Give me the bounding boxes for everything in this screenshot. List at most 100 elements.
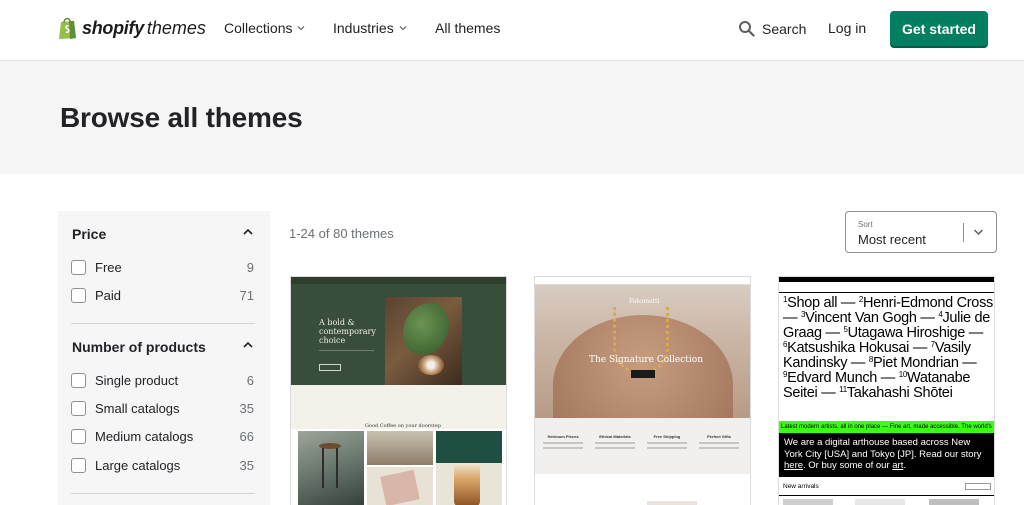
theme-preview-nav	[535, 277, 750, 285]
artwork-thumb	[929, 499, 979, 505]
feature-title: Heirloom Pieces	[547, 434, 579, 439]
feature-title: Perfect Gifts	[707, 434, 731, 439]
checkbox[interactable]	[71, 287, 86, 303]
filter-option-label: Paid	[95, 287, 122, 303]
filter-option-count: 66	[239, 428, 254, 444]
feature-column: Free Shipping	[647, 434, 687, 449]
artwork-thumb	[783, 499, 833, 505]
search-label: Search	[762, 20, 807, 37]
artist-name: Utagawa Hiroshige —	[847, 325, 984, 341]
filter-products-title[interactable]: Number of products	[72, 339, 206, 355]
search-button[interactable]: Search	[738, 20, 806, 37]
nav-collections[interactable]: Collections	[224, 20, 305, 36]
artist-number: 11	[839, 385, 847, 394]
gallery-card-image	[380, 469, 420, 505]
checkbox[interactable]	[71, 400, 86, 416]
nav-industries[interactable]: Industries	[333, 20, 407, 36]
theme-preview-button	[631, 370, 655, 378]
filter-option-label: Large catalogs	[95, 457, 181, 473]
filter-option-label: Medium catalogs	[95, 428, 194, 444]
chevron-up-icon[interactable]	[242, 341, 254, 349]
theme-preview-marquee: Latest modern artists, all in one place …	[779, 421, 994, 433]
filter-option-label: Small catalogs	[95, 400, 180, 416]
about-text: . Or buy some of our	[803, 460, 893, 471]
product-image	[647, 501, 697, 505]
theme-card-coffee[interactable]: A bold & contemporary choice Good Coffee…	[290, 276, 507, 505]
top-header: shopify themes Collections Industries Al…	[0, 0, 1024, 61]
feature-column: Perfect Gifts	[699, 434, 739, 449]
filter-option-count: 35	[239, 400, 254, 416]
feature-column: Heirloom Pieces	[543, 434, 583, 449]
about-text: We are a digital arthouse based across N…	[784, 437, 982, 460]
theme-card-art[interactable]: 1Shop all — 2Henri-Edmond Cross — 3Vince…	[778, 276, 995, 505]
chevron-down-icon	[973, 229, 984, 236]
filter-option-label: Free	[95, 259, 122, 275]
chevron-down-icon	[399, 26, 407, 31]
filter-option-paid[interactable]: Paid 71	[71, 286, 254, 304]
results-count: 1-24 of 80 themes	[289, 226, 394, 241]
checkbox[interactable]	[71, 372, 86, 388]
artwork-thumb	[855, 499, 905, 505]
login-link[interactable]: Log in	[828, 20, 866, 36]
sort-select[interactable]: Sort Most recent	[845, 211, 997, 253]
gallery-image	[367, 431, 433, 465]
nav-all-themes[interactable]: All themes	[435, 20, 500, 36]
feature-title: Ethical Materials	[599, 434, 631, 439]
filter-divider	[71, 323, 255, 324]
filter-price-title[interactable]: Price	[72, 226, 106, 242]
hero-banner: Browse all themes	[0, 61, 1024, 174]
theme-preview-headline: The Signature Collection	[589, 355, 703, 365]
filter-option-label: Single product	[95, 372, 179, 388]
logo-wordmark: shopify	[82, 17, 144, 38]
shopify-bag-icon	[59, 17, 76, 39]
stool-leg	[322, 448, 324, 488]
about-link-here: here	[784, 460, 804, 471]
shopify-themes-logo[interactable]: shopify themes	[58, 15, 206, 41]
artist-name: Katsushika Hokusai —	[787, 340, 931, 356]
theme-preview-nav	[291, 277, 506, 284]
sort-value: Most recent	[858, 232, 926, 247]
checkbox[interactable]	[71, 457, 86, 473]
artist-list: 1Shop all — 2Henri-Edmond Cross — 3Vince…	[783, 296, 993, 401]
chevron-down-icon	[298, 26, 305, 31]
theme-preview-section-title: Good Coffee on your doorstep	[365, 423, 441, 429]
sort-separator	[963, 223, 964, 242]
theme-card-jewelry[interactable]: Falconetti The Signature Collection Heir…	[534, 276, 751, 505]
theme-preview-nav	[779, 282, 994, 293]
checkbox[interactable]	[71, 428, 86, 444]
filter-option-free[interactable]: Free 9	[71, 258, 254, 276]
filter-option-medium-catalogs[interactable]: Medium catalogs 66	[71, 427, 254, 445]
artist-name: Piet Mondrian —	[873, 355, 977, 371]
filter-option-count: 35	[239, 457, 254, 473]
view-all-button	[965, 483, 991, 490]
about-text: .	[903, 460, 906, 471]
artist-number: 10	[898, 370, 908, 379]
feature-title: Free Shipping	[653, 434, 681, 439]
theme-preview-subtext	[319, 350, 374, 360]
get-started-button[interactable]: Get started	[890, 11, 988, 46]
page-title: Browse all themes	[60, 102, 303, 133]
theme-preview-about: We are a digital arthouse based across N…	[779, 433, 994, 477]
checkbox[interactable]	[71, 259, 86, 275]
filter-option-count: 6	[246, 372, 254, 388]
artist-name: Edvard Munch —	[787, 370, 899, 386]
artist-name: Shop all —	[787, 295, 859, 311]
filter-option-single-product[interactable]: Single product 6	[71, 371, 254, 389]
theme-preview-brand: Falconetti	[629, 298, 660, 305]
nav-industries-label: Industries	[333, 20, 394, 36]
filter-sidebar: Price Free 9 Paid 71 Number of products …	[58, 211, 270, 505]
nav-all-themes-label: All themes	[435, 20, 501, 36]
filter-option-count: 9	[246, 259, 254, 275]
filter-option-small-catalogs[interactable]: Small catalogs 35	[71, 399, 254, 417]
iced-coffee-image	[454, 463, 480, 505]
chevron-up-icon[interactable]	[242, 228, 254, 236]
filter-option-count: 71	[239, 287, 254, 303]
filter-option-large-catalogs[interactable]: Large catalogs 35	[71, 456, 254, 474]
about-link-art: art	[892, 460, 904, 471]
logo-suffix: themes	[146, 17, 206, 38]
theme-preview-hero: Falconetti The Signature Collection	[535, 285, 750, 455]
search-icon	[739, 21, 755, 37]
new-arrivals-heading: New arrivals	[779, 478, 994, 496]
artist-name: Takahashi Shōtei	[846, 385, 953, 401]
sort-label: Sort	[858, 220, 873, 229]
